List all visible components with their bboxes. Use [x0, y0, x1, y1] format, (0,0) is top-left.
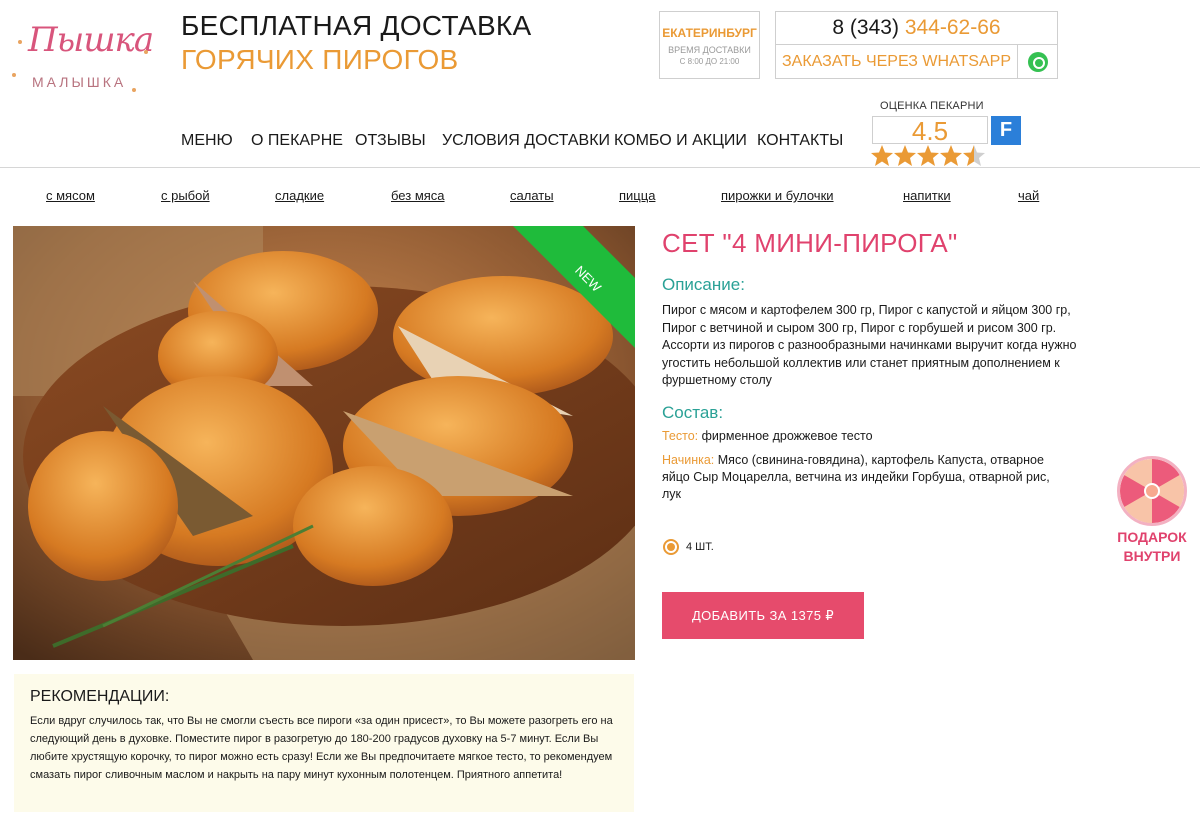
nav-item-menu[interactable]: МЕНЮ	[181, 132, 233, 150]
category-fish[interactable]: с рыбой	[161, 188, 210, 203]
category-buns[interactable]: пирожки и булочки	[721, 188, 834, 203]
rating-value: 4.5	[872, 116, 988, 145]
category-meat[interactable]: с мясом	[46, 188, 95, 203]
description-heading: Описание:	[662, 275, 745, 294]
logo[interactable]: Пышка МАЛЫШКА	[12, 18, 157, 98]
star-icon	[940, 145, 962, 166]
city-selector[interactable]: ЕКАТЕРИНБУРГ ВРЕМЯ ДОСТАВКИ С 8:00 ДО 21…	[659, 11, 760, 79]
quantity-label: 4 ШТ.	[686, 541, 714, 553]
logo-dot	[18, 40, 22, 44]
header-divider	[0, 167, 1200, 168]
filling-row: Начинка: Мясо (свинина-говядина), картоф…	[662, 452, 1072, 503]
logo-dot	[12, 73, 16, 77]
nav-item-combo[interactable]: КОМБО И АКЦИИ	[614, 132, 747, 150]
filling-label: Начинка:	[662, 453, 715, 467]
logo-dot	[144, 50, 148, 54]
gift-label-line1: ПОДАРОК	[1117, 529, 1187, 545]
gift-wheel-graphic	[1120, 459, 1184, 523]
category-sweet[interactable]: сладкие	[275, 188, 324, 203]
category-bar: с мясом с рыбой сладкие без мяса салаты …	[0, 188, 1200, 208]
category-salads[interactable]: салаты	[510, 188, 554, 203]
phone-code: 8 (343)	[832, 16, 899, 39]
gift-wheel-icon[interactable]	[1117, 456, 1187, 526]
star-half-icon	[963, 145, 985, 166]
rating-stars	[871, 145, 985, 166]
star-icon	[917, 145, 939, 166]
nav-item-reviews[interactable]: ОТЗЫВЫ	[355, 132, 426, 150]
category-pizza[interactable]: пицца	[619, 188, 655, 203]
category-tea[interactable]: чай	[1018, 188, 1039, 203]
dough-value: фирменное дрожжевое тесто	[701, 429, 873, 443]
rating-label: ОЦЕНКА ПЕКАРНИ	[880, 100, 984, 112]
gift-label[interactable]: ПОДАРОК ВНУТРИ	[1112, 528, 1192, 566]
contact-box: 8 (343) 344-62-66 ЗАКАЗАТЬ ЧЕРЕЗ WHATSAP…	[775, 11, 1058, 79]
star-icon	[871, 145, 893, 166]
category-meatless[interactable]: без мяса	[391, 188, 445, 203]
nav-item-about[interactable]: О ПЕКАРНЕ	[251, 132, 343, 150]
recommendations-title: РЕКОМЕНДАЦИИ:	[30, 688, 170, 705]
product-image: NEW	[13, 226, 635, 660]
filling-value: Мясо (свинина-говядина), картофель Капус…	[662, 453, 1050, 501]
product-description: Пирог с мясом и картофелем 300 гр, Пирог…	[662, 303, 1077, 387]
phone-number: 344-62-66	[904, 16, 1001, 39]
product-photo-illustration: NEW	[13, 226, 635, 660]
delivery-time-label: ВРЕМЯ ДОСТАВКИ	[668, 45, 751, 55]
dough-label: Тесто:	[662, 429, 699, 443]
category-drinks[interactable]: напитки	[903, 188, 951, 203]
whatsapp-icon[interactable]	[1028, 52, 1048, 72]
delivery-time-value: С 8:00 ДО 21:00	[679, 57, 740, 66]
rating-service-logo[interactable]: F	[991, 116, 1021, 145]
composition-heading: Состав:	[662, 403, 724, 422]
city-name: ЕКАТЕРИНБУРГ	[662, 26, 757, 40]
add-to-cart-button[interactable]: ДОБАВИТЬ ЗА 1375 ₽	[662, 592, 864, 639]
promo-line-1: БЕСПЛАТНАЯ ДОСТАВКА	[181, 10, 532, 41]
product-title: СЕТ "4 МИНИ-ПИРОГА"	[662, 228, 958, 258]
nav-item-delivery[interactable]: УСЛОВИЯ ДОСТАВКИ	[442, 132, 610, 150]
recommendations-box: РЕКОМЕНДАЦИИ: Если вдруг случилось так, …	[14, 674, 634, 812]
dough-row: Тесто: фирменное дрожжевое тесто	[662, 428, 1072, 445]
nav-item-contacts[interactable]: КОНТАКТЫ	[757, 132, 843, 150]
logo-subtitle: МАЛЫШКА	[32, 74, 127, 90]
quantity-radio[interactable]	[663, 539, 679, 555]
gift-label-line2: ВНУТРИ	[1123, 548, 1181, 564]
logo-dot	[132, 88, 136, 92]
whatsapp-order-link[interactable]: ЗАКАЗАТЬ ЧЕРЕЗ WHATSAPP	[776, 45, 1018, 79]
star-icon	[894, 145, 916, 166]
recommendations-text: Если вдруг случилось так, что Вы не смог…	[30, 715, 613, 781]
phone-link[interactable]: 8 (343) 344-62-66	[776, 12, 1057, 45]
logo-script: Пышка	[28, 20, 154, 60]
promo-line-2: ГОРЯЧИХ ПИРОГОВ	[181, 44, 459, 75]
